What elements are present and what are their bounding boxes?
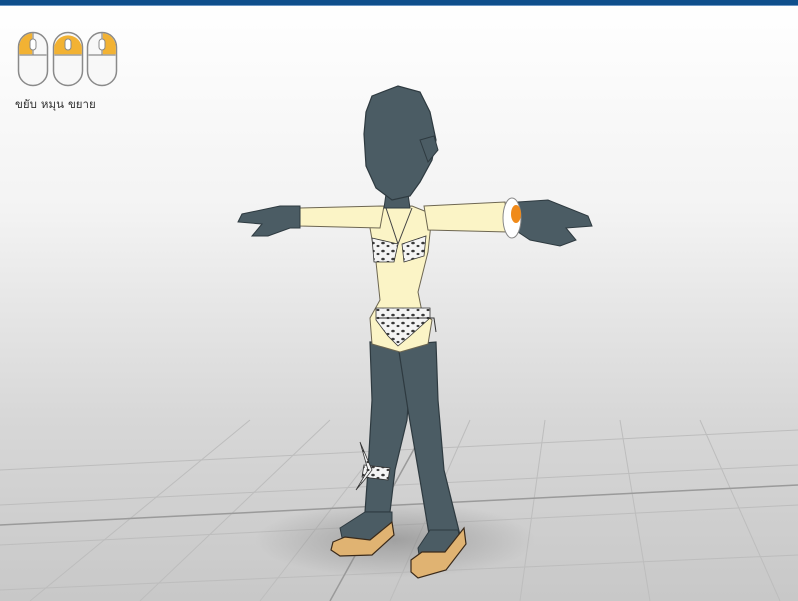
mouse-control-labels: ขยับ หมุน ขยาย (15, 96, 125, 112)
mouse-zoom-hint-icon (86, 31, 118, 87)
window-title (200, 0, 600, 3)
right-hand (517, 199, 593, 247)
character-head (363, 85, 439, 201)
scene-canvas[interactable] (0, 0, 798, 601)
bracelet (502, 197, 522, 239)
character-shadow (255, 502, 535, 578)
mouse-left-button-icon (17, 31, 49, 87)
3d-viewport[interactable]: ขยับ หมุน ขยาย (0, 0, 798, 601)
mouse-label-move: ขยับ (15, 97, 37, 111)
mouse-middle-button-icon (52, 31, 84, 87)
mouse-right-button-icon (86, 31, 118, 87)
mouse-label-rotate: หมุน (40, 97, 64, 111)
left-hand (237, 205, 301, 237)
mouse-label-zoom: ขยาย (67, 97, 96, 111)
mouse-move-hint-icon (17, 31, 49, 87)
window-title-bar (0, 0, 798, 6)
mouse-rotate-hint-icon (52, 31, 84, 87)
